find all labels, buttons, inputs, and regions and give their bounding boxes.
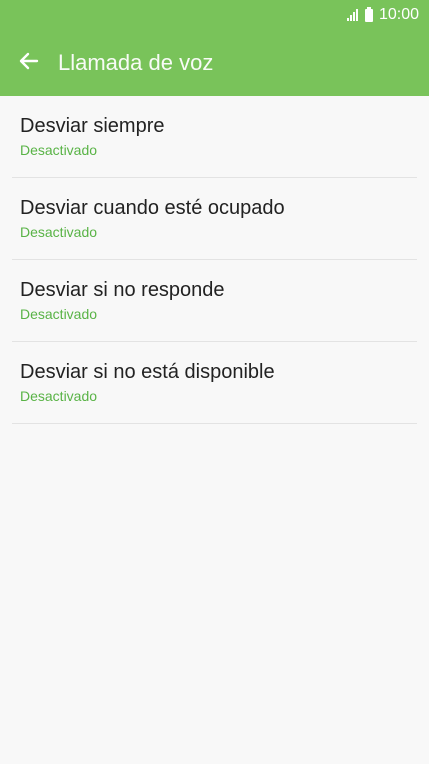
list-item-desviar-no-responde[interactable]: Desviar si no responde Desactivado: [12, 260, 417, 342]
item-label: Desviar siempre: [20, 115, 165, 137]
item-status: Desactivado: [20, 142, 98, 158]
arrow-left-icon: [18, 50, 40, 77]
status-time: 10:00: [378, 6, 419, 23]
item-label: Desviar cuando esté ocupado: [20, 197, 285, 219]
signal-icon: [346, 9, 361, 21]
item-status: Desactivado: [20, 224, 98, 240]
status-bar: 10:00: [0, 0, 429, 30]
app-bar: Llamada de voz: [0, 30, 429, 96]
item-status: Desactivado: [20, 388, 98, 404]
forwarding-list: Desviar siempre Desactivado Desviar cuan…: [12, 96, 417, 424]
battery-icon: [364, 6, 373, 22]
back-button[interactable]: [0, 30, 58, 96]
list-item-desviar-siempre[interactable]: Desviar siempre Desactivado: [12, 96, 417, 178]
item-status: Desactivado: [20, 306, 98, 322]
item-label: Desviar si no responde: [20, 279, 225, 301]
item-label: Desviar si no está disponible: [20, 361, 275, 383]
list-item-desviar-no-disponible[interactable]: Desviar si no está disponible Desactivad…: [12, 342, 417, 424]
list-item-desviar-ocupado[interactable]: Desviar cuando esté ocupado Desactivado: [12, 178, 417, 260]
page-title: Llamada de voz: [58, 50, 214, 75]
